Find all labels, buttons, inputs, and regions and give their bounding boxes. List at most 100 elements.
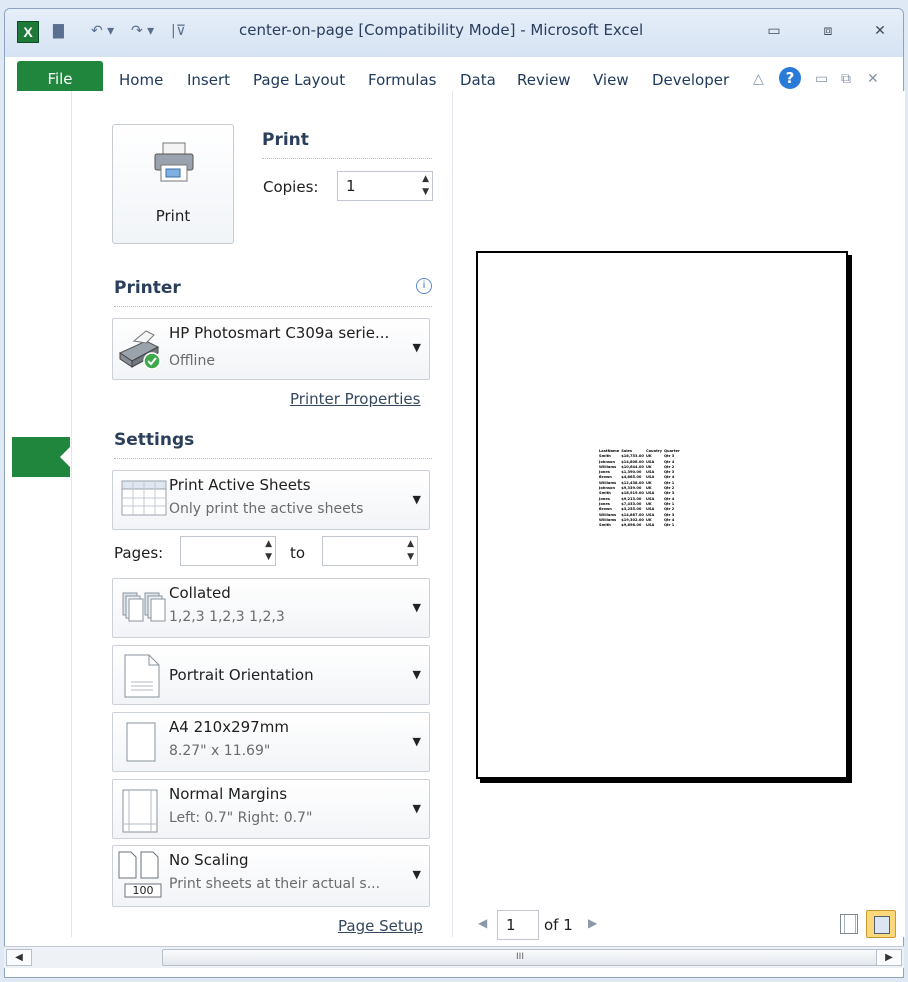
restore-icon[interactable]: ⧈ — [815, 23, 841, 43]
margins-sub: Left: 0.7" Right: 0.7" — [169, 810, 313, 826]
collated-icon — [122, 592, 166, 622]
minimize-icon[interactable]: ▭ — [761, 23, 787, 43]
preview-cell: $9,698.00 — [621, 523, 642, 528]
collation-main: Collated — [169, 584, 231, 602]
customize-icon[interactable]: |⊽ — [171, 23, 186, 39]
chevron-down-icon: ▼ — [412, 802, 421, 815]
zoom-to-page-icon[interactable] — [866, 910, 896, 938]
scroll-right-icon[interactable]: ▶ — [876, 949, 902, 966]
paper-size-main: A4 210x297mm — [169, 718, 289, 736]
margin-guide-lines — [844, 915, 856, 933]
collation-sub: 1,2,3 1,2,3 1,2,3 — [169, 609, 285, 625]
chevron-down-icon: ▼ — [412, 868, 421, 881]
divider — [114, 306, 432, 307]
page-of-label: of 1 — [544, 916, 573, 934]
workbook-minimize-icon[interactable]: ▭ — [815, 71, 828, 87]
chevron-down-icon: ▼ — [412, 341, 421, 354]
margins-dropdown[interactable]: Normal Margins Left: 0.7" Right: 0.7" ▼ — [112, 779, 430, 839]
next-page-icon[interactable]: ▶ — [588, 916, 597, 930]
to-label: to — [290, 544, 306, 562]
portrait-page-icon — [124, 654, 160, 698]
copies-value: 1 — [346, 177, 356, 195]
tab-home[interactable]: Home — [119, 71, 163, 89]
page-preview: LastName Sales Country Quarter Smith $16,753.… — [476, 251, 848, 779]
backstage-nav — [5, 91, 72, 937]
copies-stepper[interactable]: 1 ▲ ▼ — [337, 171, 433, 201]
print-what-main: Print Active Sheets — [169, 476, 311, 494]
margins-icon — [122, 789, 158, 833]
close-icon[interactable]: ✕ — [867, 23, 893, 43]
printer-section-title: Printer — [114, 278, 181, 298]
collation-dropdown[interactable]: Collated 1,2,3 1,2,3 1,2,3 ▼ — [112, 578, 430, 638]
scaling-sub: Print sheets at their actual s... — [169, 876, 381, 892]
page-number-input[interactable]: 1 — [497, 910, 539, 940]
print-what-sub: Only print the active sheets — [169, 501, 364, 517]
scaling-main: No Scaling — [169, 851, 249, 869]
spin-arrows-icon[interactable]: ▲ ▼ — [407, 538, 414, 564]
scrollbar-thumb[interactable]: III — [162, 949, 878, 966]
active-sheets-icon — [121, 480, 167, 516]
workbook-restore-icon[interactable]: ⧉ — [841, 71, 851, 87]
tab-data[interactable]: Data — [460, 71, 496, 89]
copies-label: Copies: — [263, 178, 319, 196]
print-what-dropdown[interactable]: Print Active Sheets Only print the activ… — [112, 470, 430, 530]
save-icon[interactable]: ▇ — [53, 23, 64, 39]
printer-properties-link[interactable]: Printer Properties — [290, 390, 420, 408]
preview-row: Smith $9,698.00 USA Qtr 1 — [599, 523, 682, 528]
page-setup-link[interactable]: Page Setup — [338, 917, 423, 935]
tab-formulas[interactable]: Formulas — [368, 71, 436, 89]
tab-page-layout[interactable]: Page Layout — [253, 71, 345, 89]
preview-row: Brown $4,865.00 USA Qtr 4 — [599, 475, 682, 480]
workbook-close-icon[interactable]: ✕ — [867, 71, 879, 87]
margins-main: Normal Margins — [169, 785, 288, 803]
scroll-left-icon[interactable]: ◀ — [6, 949, 32, 966]
preview-cell: $16,753.00 — [621, 454, 644, 459]
settings-section-title: Settings — [114, 430, 195, 450]
scaling-dropdown[interactable]: 100 No Scaling Print sheets at their act… — [112, 845, 430, 907]
chevron-down-icon: ▼ — [412, 668, 421, 681]
zoom-page-glyph — [874, 916, 890, 934]
pages-label: Pages: — [114, 544, 164, 562]
show-margins-icon[interactable] — [840, 914, 858, 934]
tab-view[interactable]: View — [593, 71, 629, 89]
pages-to-input[interactable]: ▲ ▼ — [322, 536, 418, 566]
orientation-dropdown[interactable]: Portrait Orientation ▼ — [112, 645, 430, 705]
paper-size-dropdown[interactable]: A4 210x297mm 8.27" x 11.69" ▼ — [112, 712, 430, 772]
spin-arrows-icon[interactable]: ▲ ▼ — [422, 173, 429, 199]
tab-developer[interactable]: Developer — [652, 71, 729, 89]
undo-icon[interactable]: ↶ ▾ — [91, 23, 114, 39]
orientation-main: Portrait Orientation — [169, 666, 314, 684]
window-title: center-on-page [Compatibility Mode] - Mi… — [239, 21, 644, 39]
page-number-value: 1 — [506, 916, 516, 934]
print-button[interactable]: Print — [112, 124, 234, 244]
printer-status: Offline — [169, 353, 215, 369]
excel-icon[interactable]: X — [17, 21, 39, 43]
pages-from-input[interactable]: ▲ ▼ — [180, 536, 276, 566]
nav-marker-notch — [60, 447, 70, 467]
chevron-down-icon: ▼ — [412, 601, 421, 614]
previous-page-icon[interactable]: ◀ — [478, 916, 487, 930]
preview-cell: USA — [645, 523, 655, 528]
printer-dropdown[interactable]: HP Photosmart C309a serie... Offline ▼ — [112, 318, 430, 380]
tab-review[interactable]: Review — [517, 71, 571, 89]
chevron-down-icon: ▼ — [412, 493, 421, 506]
spin-arrows-icon[interactable]: ▲ ▼ — [265, 538, 272, 564]
print-button-label: Print — [155, 207, 191, 225]
redo-icon[interactable]: ↷ ▾ — [131, 23, 154, 39]
horizontal-scrollbar[interactable]: ◀ III ▶ — [4, 946, 904, 968]
help-icon[interactable]: ? — [779, 67, 801, 89]
info-icon[interactable]: i — [416, 278, 432, 294]
print-section-title: Print — [262, 130, 309, 150]
paper-size-icon — [126, 722, 156, 762]
printer-name: HP Photosmart C309a serie... — [169, 324, 390, 342]
paper-size-sub: 8.27" x 11.69" — [169, 743, 271, 759]
preview-row: Brown $3,255.00 USA Qtr 2 — [599, 507, 682, 512]
preview-cell: Qtr 1 — [664, 523, 675, 528]
title-bar: X ▇ ↶ ▾ ↷ ▾ |⊽ center-on-page [Compatibi… — [5, 9, 903, 57]
divider — [262, 158, 432, 159]
printer-ready-icon — [118, 330, 161, 370]
tab-insert[interactable]: Insert — [187, 71, 230, 89]
minimize-ribbon-icon[interactable]: △ — [753, 71, 764, 87]
preview-cell: Smith — [599, 523, 611, 528]
printer-icon — [154, 142, 194, 182]
